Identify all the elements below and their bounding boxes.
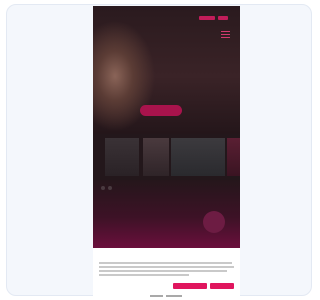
image-gallery [93, 134, 240, 180]
top-navigation [199, 16, 228, 20]
consent-links [150, 295, 182, 297]
pager-dot[interactable] [101, 186, 105, 190]
consent-text [99, 262, 232, 264]
menu-icon[interactable] [221, 31, 230, 38]
website-screenshot [93, 6, 240, 248]
consent-link[interactable] [166, 295, 182, 297]
consent-accept-button[interactable] [210, 283, 234, 289]
hero-cta-button[interactable] [140, 105, 182, 116]
consent-link[interactable] [150, 295, 163, 297]
consent-text [99, 274, 189, 276]
nav-item[interactable] [199, 16, 215, 20]
hero-banner [93, 6, 240, 134]
chat-icon[interactable] [203, 211, 225, 233]
pager-dot[interactable] [108, 186, 112, 190]
gallery-pager [101, 186, 112, 190]
gallery-image[interactable] [143, 138, 169, 176]
cookie-consent-panel [93, 248, 240, 300]
consent-text [99, 270, 227, 272]
consent-text [99, 266, 234, 268]
gallery-image[interactable] [105, 138, 139, 176]
nav-item[interactable] [218, 16, 228, 20]
gallery-image[interactable] [171, 138, 225, 176]
consent-settings-button[interactable] [173, 283, 207, 289]
gallery-image[interactable] [227, 138, 240, 176]
